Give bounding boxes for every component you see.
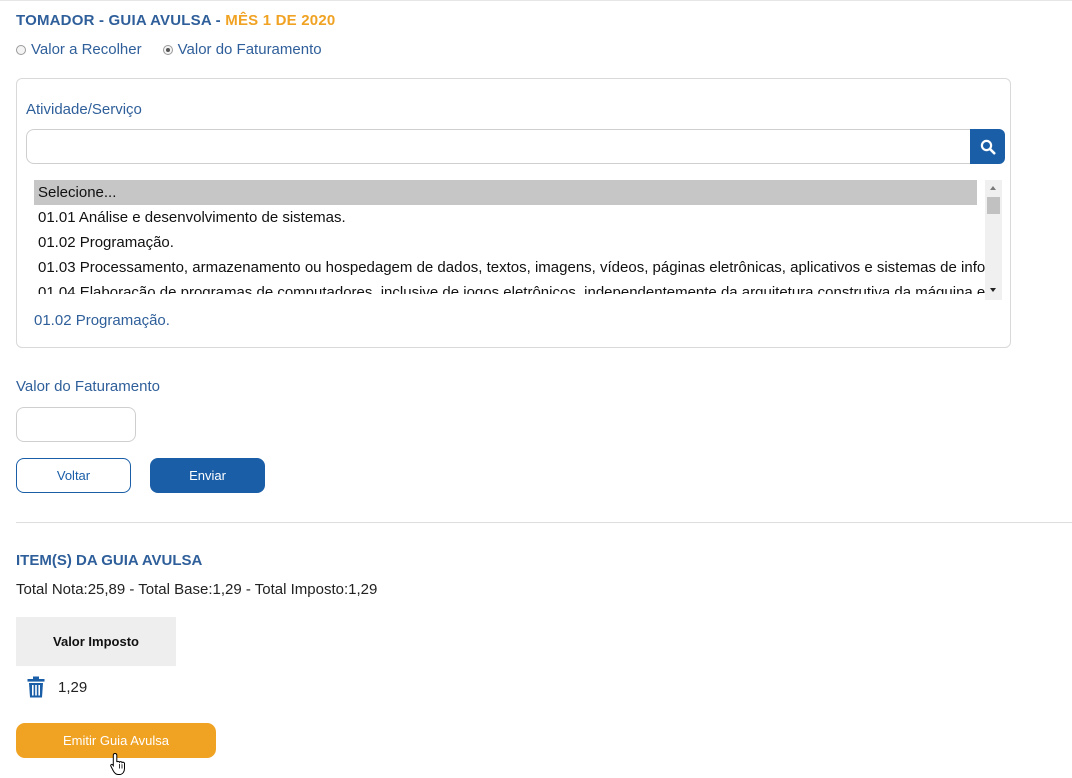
radio-label: Valor a Recolher xyxy=(31,41,142,58)
scrollbar-thumb[interactable] xyxy=(987,197,1000,214)
scroll-down-icon[interactable] xyxy=(990,288,996,292)
radio-label: Valor do Faturamento xyxy=(177,41,322,58)
selected-activity: 01.02 Programação. xyxy=(34,312,170,329)
table-row-value: 1,29 xyxy=(58,679,88,696)
trash-icon[interactable] xyxy=(27,676,45,698)
hand-cursor-icon xyxy=(110,752,125,775)
page-title: TOMADOR - GUIA AVULSA - MÊS 1 DE 2020 xyxy=(16,12,335,29)
billing-value-input[interactable] xyxy=(16,407,136,442)
radio-valor-do-faturamento[interactable]: Valor do Faturamento xyxy=(162,41,322,58)
list-item[interactable]: Selecione... xyxy=(34,180,977,205)
list-item[interactable]: 01.03 Processamento, armazenamento ou ho… xyxy=(34,255,988,280)
mode-radio-group: Valor a Recolher Valor do Faturamento xyxy=(16,41,343,58)
search-button[interactable] xyxy=(970,129,1005,164)
activity-label: Atividade/Serviço xyxy=(26,101,142,118)
activity-panel: Atividade/Serviço Selecione... 01.01 Aná… xyxy=(16,78,1011,348)
list-item[interactable]: 01.01 Análise e desenvolvimento de siste… xyxy=(34,205,988,230)
billing-label: Valor do Faturamento xyxy=(16,378,160,395)
activity-search-input[interactable] xyxy=(26,129,971,164)
send-button[interactable]: Enviar xyxy=(150,458,265,493)
list-item[interactable]: 01.02 Programação. xyxy=(34,230,988,255)
radio-valor-a-recolher[interactable]: Valor a Recolher xyxy=(16,41,142,58)
section-divider xyxy=(16,522,1072,523)
activity-search xyxy=(26,129,1005,164)
radio-button[interactable] xyxy=(16,44,26,55)
page-title-main: TOMADOR - GUIA AVULSA - xyxy=(16,12,221,29)
list-item[interactable]: 01.04 Elaboração de programas de computa… xyxy=(34,280,988,294)
back-button[interactable]: Voltar xyxy=(16,458,131,493)
scroll-up-icon[interactable] xyxy=(990,186,996,190)
activity-listbox[interactable]: Selecione... 01.01 Análise e desenvolvim… xyxy=(34,180,1002,300)
radio-button-checked[interactable] xyxy=(162,44,173,55)
listbox-scrollbar[interactable] xyxy=(985,180,1002,300)
totals-summary: Total Nota:25,89 - Total Base:1,29 - Tot… xyxy=(16,581,378,598)
column-header-valor-imposto: Valor Imposto xyxy=(16,617,176,666)
top-divider xyxy=(0,0,1072,1)
search-icon xyxy=(980,139,995,154)
page-title-month: MÊS 1 DE 2020 xyxy=(225,12,336,29)
items-section-title: ITEM(S) DA GUIA AVULSA xyxy=(16,552,203,569)
